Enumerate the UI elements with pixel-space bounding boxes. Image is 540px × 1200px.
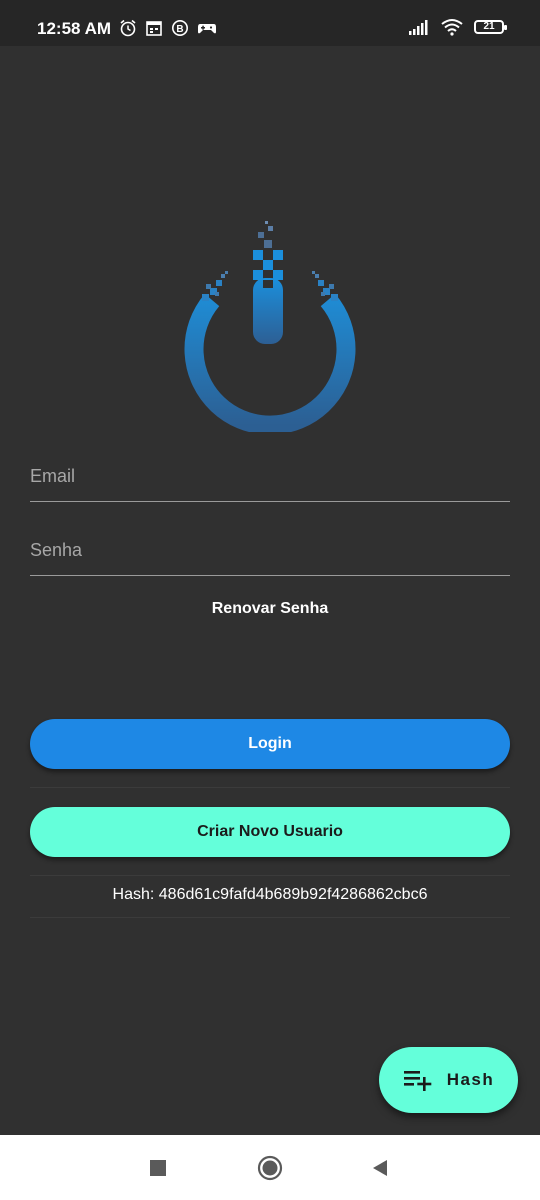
email-field[interactable] [30, 451, 510, 502]
hash-fab-label: Hash [446, 1070, 495, 1089]
status-time: 12:58 AM [37, 19, 112, 38]
notification-icons: B [119, 19, 217, 37]
b-badge-icon: B [172, 20, 188, 36]
home-circle-icon [257, 1155, 283, 1180]
status-bar: 12:58 AM B 21 [0, 0, 540, 46]
recents-button[interactable] [128, 1135, 188, 1200]
system-icons: 21 [408, 18, 507, 36]
wifi-icon [441, 19, 463, 36]
signal-icon [409, 20, 428, 35]
calendar-icon [146, 21, 162, 36]
renew-password-link[interactable]: Renovar Senha [0, 600, 540, 618]
home-button[interactable] [240, 1135, 300, 1200]
power-logo [184, 221, 356, 432]
navigation-bar [0, 1135, 540, 1200]
password-input[interactable] [30, 525, 510, 575]
email-input[interactable] [30, 451, 510, 501]
recents-square-icon [150, 1159, 166, 1176]
divider [30, 917, 510, 918]
divider [30, 875, 510, 876]
alarm-icon [120, 19, 136, 37]
divider [30, 787, 510, 788]
battery-icon: 21 [474, 20, 507, 34]
back-triangle-icon [373, 1159, 387, 1176]
svg-text:B: B [176, 24, 183, 35]
game-controller-icon [198, 24, 216, 34]
hash-fab-button[interactable]: Hash [379, 1047, 518, 1113]
hash-text: Hash: 486d61c9fafd4b689b92f4286862cbc6 [112, 886, 428, 903]
playlist-add-icon [403, 1071, 432, 1091]
login-button[interactable]: Login [30, 719, 510, 769]
create-user-button[interactable]: Criar Novo Usuario [30, 807, 510, 857]
back-button[interactable] [350, 1135, 410, 1200]
password-field[interactable] [30, 525, 510, 576]
